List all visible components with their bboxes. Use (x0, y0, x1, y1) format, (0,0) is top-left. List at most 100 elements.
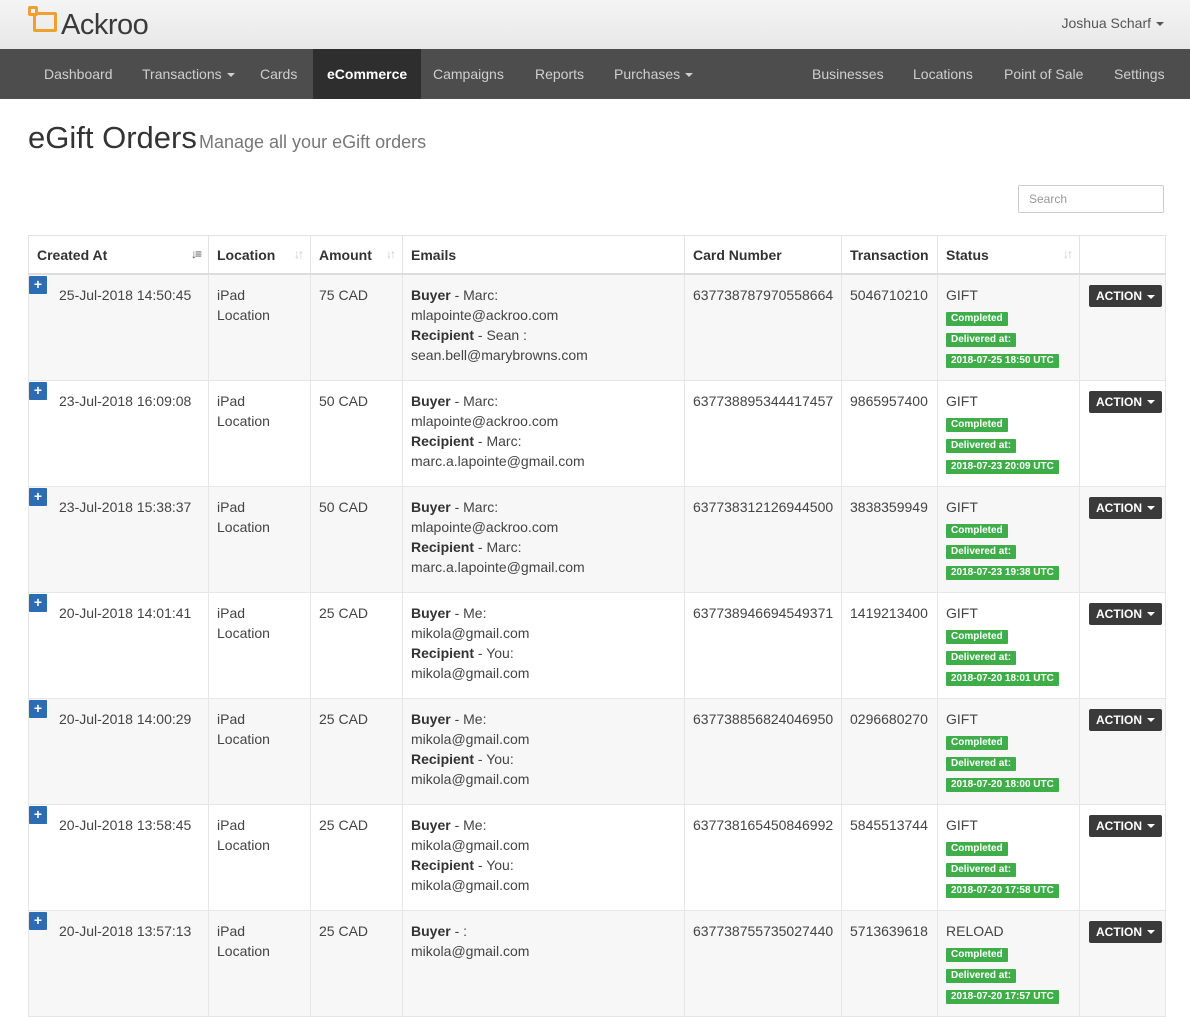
location-line-2: Location (217, 412, 270, 429)
expand-row-button[interactable]: + (29, 911, 47, 930)
location-line-1: iPad (217, 710, 246, 727)
status-type: RELOAD (946, 922, 1004, 939)
status-badges: Completed Delivered at: 2018-07-20 17:58 U… (946, 839, 1071, 898)
location-line-1: iPad (217, 604, 246, 621)
buyer-line: Buyer - Me: (411, 603, 676, 623)
recipient-label: Recipient (411, 856, 475, 873)
cell-status: GIFT Completed Delivered at: 2018-07-20 18:… (937, 591, 1080, 699)
nav-dashboard[interactable]: Dashboard (44, 49, 113, 99)
buyer-line: Buyer - Marc: (411, 391, 676, 411)
main-nav: Dashboard Transactions Cards eCommerce C… (0, 49, 1190, 99)
status-type: GIFT (946, 498, 978, 515)
cell-card-number: 637738312126944500 (684, 485, 842, 593)
buyer-email: mlapointe@ackroo.com (411, 518, 559, 535)
cell-emails: Buyer - : mikola@gmail.com (402, 909, 685, 1017)
cell-transaction: 5713639618 (841, 909, 938, 1017)
nav-reports[interactable]: Reports (535, 49, 584, 99)
cell-amount: 25 CAD (310, 803, 403, 911)
action-dropdown-button[interactable]: ACTION (1089, 920, 1162, 943)
expand-row-button[interactable]: + (29, 487, 47, 506)
action-dropdown-button[interactable]: ACTION (1089, 285, 1162, 307)
expand-row-button[interactable]: + (29, 805, 47, 824)
buyer-label: Buyer (411, 710, 451, 727)
status-type: GIFT (946, 604, 978, 621)
delivered-time-badge: 2018-07-20 18:01 UTC (946, 671, 1059, 686)
recipient-line: Recipient - Marc: (411, 431, 676, 451)
caret-down-icon (1147, 506, 1155, 511)
recipient-email: mikola@gmail.com (411, 876, 530, 893)
delivered-time-badge: 2018-07-23 20:09 UTC (946, 459, 1059, 474)
action-dropdown-button[interactable]: ACTION (1089, 390, 1162, 413)
action-dropdown-button[interactable]: ACTION (1089, 602, 1162, 625)
cell-location: iPad Location (208, 909, 311, 1017)
nav-campaigns[interactable]: Campaigns (433, 49, 504, 99)
location-line-1: iPad (217, 392, 246, 409)
buyer-name: - Marc: (450, 287, 499, 303)
nav-cards[interactable]: Cards (260, 49, 297, 99)
user-menu[interactable]: Joshua Scharf (1062, 15, 1164, 31)
cell-amount: 25 CAD (310, 697, 403, 805)
delivered-badge: Delivered at: (946, 968, 1017, 983)
action-dropdown-button[interactable]: ACTION (1089, 814, 1162, 837)
sort-desc-icon: ↓≡ (190, 247, 202, 261)
nav-settings[interactable]: Settings (1114, 49, 1165, 99)
table-row: +23-Jul-2018 16:09:08 iPad Location 50 CAD B… (28, 379, 1166, 487)
status-type: GIFT (946, 392, 978, 409)
cell-location: iPad Location (208, 273, 311, 381)
cell-card-number: 637738946694549371 (684, 591, 842, 699)
location-line-2: Location (217, 730, 270, 747)
recipient-label: Recipient (411, 644, 475, 661)
nav-locations[interactable]: Locations (913, 49, 973, 99)
col-location[interactable]: Location ↓↑ (208, 235, 311, 275)
action-dropdown-button[interactable]: ACTION (1089, 496, 1162, 519)
cell-location: iPad Location (208, 485, 311, 593)
buyer-name: - Marc: (450, 392, 499, 409)
nav-point-of-sale[interactable]: Point of Sale (1004, 49, 1083, 99)
cell-action: ACTION (1079, 379, 1166, 487)
nav-purchases[interactable]: Purchases (614, 49, 694, 99)
recipient-name: - Sean : (474, 327, 527, 343)
completed-badge: Completed (946, 312, 1008, 326)
cell-amount: 50 CAD (310, 379, 403, 487)
buyer-line: Buyer - Marc: (411, 497, 676, 517)
cell-created-at: +23-Jul-2018 15:38:37 (28, 485, 209, 593)
delivered-badge: Delivered at: (946, 650, 1017, 665)
logo-text: Ackroo (61, 8, 149, 41)
expand-row-button[interactable]: + (29, 593, 47, 612)
buyer-email: mikola@gmail.com (411, 730, 530, 747)
expand-row-button[interactable]: + (29, 276, 47, 294)
buyer-email: mikola@gmail.com (411, 942, 530, 959)
cell-status: GIFT Completed Delivered at: 2018-07-20 17:… (937, 803, 1080, 911)
location-line-2: Location (217, 307, 270, 323)
recipient-name: - Marc: (474, 538, 522, 555)
completed-badge: Completed (946, 947, 1008, 962)
expand-row-button[interactable]: + (29, 699, 47, 718)
cell-emails: Buyer - Me: mikola@gmail.com Recipient - Y… (402, 803, 685, 911)
delivered-time-badge: 2018-07-20 17:58 UTC (946, 883, 1059, 898)
cell-transaction: 0296680270 (841, 697, 938, 805)
action-dropdown-button[interactable]: ACTION (1089, 708, 1162, 731)
cell-card-number: 637738856824046950 (684, 697, 842, 805)
nav-transactions[interactable]: Transactions (142, 49, 235, 99)
search-input[interactable] (1018, 185, 1164, 213)
cell-created-at: +25-Jul-2018 14:50:45 (28, 273, 209, 381)
status-type: GIFT (946, 816, 978, 833)
col-amount[interactable]: Amount ↓↑ (310, 235, 403, 275)
col-created-at[interactable]: Created At ↓≡ (28, 235, 209, 275)
completed-badge: Completed (946, 523, 1008, 538)
cell-created-at: +20-Jul-2018 13:57:13 (28, 909, 209, 1017)
location-line-2: Location (217, 518, 270, 535)
col-status[interactable]: Status ↓↑ (937, 235, 1080, 275)
delivered-time-badge: 2018-07-25 18:50 UTC (946, 354, 1059, 368)
buyer-line: Buyer - Me: (411, 815, 676, 835)
egift-orders-table: Created At ↓≡ Location ↓↑ Amount ↓↑ Emails … (28, 235, 1166, 1017)
cell-card-number: 637738165450846992 (684, 803, 842, 911)
cell-card-number: 637738895344417457 (684, 379, 842, 487)
buyer-line: Buyer - Marc: (411, 285, 676, 305)
nav-ecommerce[interactable]: eCommerce (313, 49, 422, 99)
expand-row-button[interactable]: + (29, 381, 47, 400)
col-card-number: Card Number (684, 235, 842, 275)
ackroo-logo[interactable]: Ackroo (28, 6, 149, 42)
cell-action: ACTION (1079, 803, 1166, 911)
nav-businesses[interactable]: Businesses (812, 49, 884, 99)
